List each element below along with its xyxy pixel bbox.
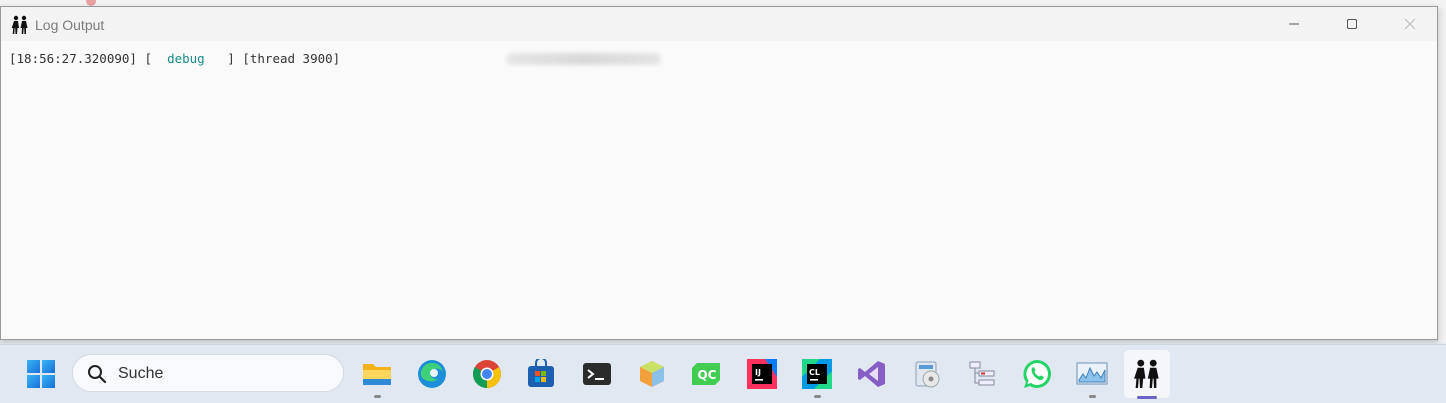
taskbar-monitor[interactable] [1073,355,1111,398]
taskbar-terminal[interactable] [578,355,616,393]
background-app-edge [1437,8,1446,342]
log-level-close: ] [227,51,235,66]
window-title: Log Output [35,17,105,33]
package-icon [640,361,664,387]
taskbar-file-explorer[interactable] [358,355,396,398]
close-icon [1404,18,1416,30]
svg-text:IJ: IJ [755,368,761,377]
taskbar-search-box[interactable]: Suche [72,354,344,392]
windows-start-icon[interactable] [26,359,56,389]
taskbar-log-app[interactable] [1124,350,1170,399]
terminal-icon [583,363,611,385]
running-indicator [374,395,381,398]
network-tool-icon [969,361,995,386]
running-indicator [814,395,821,398]
minimize-button[interactable] [1265,7,1323,41]
edge-icon [418,360,446,388]
log-line: [18:56:27.320090] [ debug ] [thread 3900… [9,51,340,66]
log-level: debug [167,51,205,66]
clion-icon: CL [802,359,832,389]
taskbar-clion[interactable]: CL [798,355,836,398]
redacted-text [506,53,661,65]
log-thread: [thread 3900] [242,51,341,66]
taskbar-whatsapp[interactable] [1018,355,1056,393]
taskbar-qc-app[interactable]: QC [688,355,726,393]
store-icon [528,359,554,387]
maximize-button[interactable] [1323,7,1381,41]
title-bar[interactable]: Log Output [1,7,1437,41]
taskbar-intellij[interactable]: IJ [743,355,781,393]
log-app-icon [1134,359,1159,388]
taskbar: Suche QC IJ CL [0,344,1446,403]
search-placeholder: Suche [118,365,164,382]
whatsapp-icon [1023,360,1051,388]
taskbar-network-tool[interactable] [963,355,1001,393]
log-output-window: Log Output [18:56:27.320090] [ debug ] [… [0,6,1438,340]
minimize-icon [1289,23,1299,25]
svg-text:CL: CL [809,368,820,377]
file-explorer-icon [363,364,391,385]
log-app-icon [11,15,28,34]
log-content-area[interactable]: [18:56:27.320090] [ debug ] [thread 3900… [1,41,1437,339]
intellij-icon: IJ [747,359,777,389]
active-indicator [1137,396,1157,399]
installer-icon [915,361,940,388]
svg-text:QC: QC [697,368,716,382]
log-level-open: [ [144,51,152,66]
running-indicator [1089,395,1096,398]
search-icon [88,365,107,384]
chrome-icon [473,360,501,388]
taskbar-store[interactable] [522,355,560,393]
taskbar-edge[interactable] [413,355,451,393]
taskbar-visual-studio[interactable] [853,355,891,393]
qc-icon: QC [692,363,720,385]
close-button[interactable] [1381,7,1439,41]
taskbar-chrome[interactable] [468,355,506,393]
visual-studio-icon [858,361,885,387]
monitor-icon [1076,362,1108,385]
maximize-icon [1347,19,1357,29]
taskbar-package-app[interactable] [633,355,671,393]
taskbar-installer[interactable] [908,355,946,393]
log-timestamp: [18:56:27.320090] [9,51,137,66]
